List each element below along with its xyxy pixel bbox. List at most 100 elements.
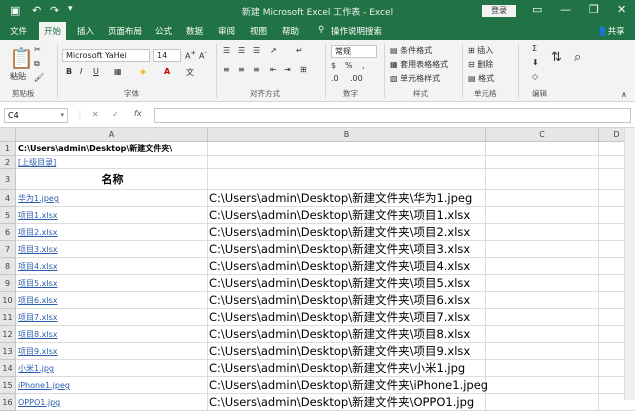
cell-b[interactable]: C:\Users\admin\Desktop\新建文件夹\小米1.jpg — [208, 360, 486, 376]
row-header[interactable]: 8 — [0, 258, 16, 275]
font-size-select[interactable]: 14 — [153, 49, 181, 62]
file-link[interactable]: 项目6.xlsx — [18, 296, 58, 305]
column-header-c[interactable]: C — [486, 128, 599, 142]
tab-formulas[interactable]: 公式 — [155, 25, 172, 37]
file-link[interactable]: 项目1.xlsx — [18, 211, 58, 220]
file-link[interactable]: 项目2.xlsx — [18, 228, 58, 237]
align-left-icon[interactable]: ≡ — [223, 65, 230, 74]
insert-function-icon[interactable]: fx — [134, 109, 142, 118]
phonetic-icon[interactable]: 文 — [186, 67, 194, 78]
cell-a[interactable]: 项目8.xlsx — [16, 326, 208, 342]
column-header-a[interactable]: A — [16, 128, 208, 142]
row-header[interactable]: 13 — [0, 343, 16, 360]
row-header[interactable]: 1 — [0, 142, 16, 156]
currency-icon[interactable]: $ — [331, 61, 336, 70]
paste-icon[interactable]: 📋 — [9, 46, 34, 70]
cell-c[interactable] — [486, 241, 599, 257]
row-header[interactable]: 9 — [0, 275, 16, 292]
restore-button[interactable]: ❐ — [589, 3, 599, 16]
tab-data[interactable]: 数据 — [186, 25, 203, 37]
cell-c[interactable] — [486, 275, 599, 291]
collapse-ribbon-icon[interactable]: ∧ — [621, 90, 627, 99]
cell-a[interactable]: 项目1.xlsx — [16, 207, 208, 223]
file-link[interactable]: iPhone1.jpeg — [18, 381, 70, 390]
cell-b[interactable] — [208, 156, 486, 168]
name-box[interactable]: C4 ▾ — [4, 108, 68, 123]
cell-c[interactable] — [486, 156, 599, 168]
font-color-icon[interactable]: A — [164, 67, 170, 76]
file-link[interactable]: OPPO1.jpg — [18, 398, 60, 407]
fill-color-icon[interactable]: ◈ — [140, 67, 146, 76]
login-button[interactable]: 登录 — [482, 5, 516, 17]
cell-c[interactable] — [486, 377, 599, 393]
spreadsheet-grid[interactable]: A B C D 1 C:\Users\admin\Desktop\新建文件夹\ 2[… — [0, 128, 635, 411]
cell-styles-button[interactable]: ▧ 单元格样式 — [390, 73, 440, 84]
insert-cells-button[interactable]: ⊞ 插入 — [468, 45, 493, 56]
file-link[interactable]: 项目7.xlsx — [18, 313, 58, 322]
cell-c[interactable] — [486, 207, 599, 223]
align-center-icon[interactable]: ≡ — [238, 65, 245, 74]
grow-font-icon[interactable]: A+ — [185, 49, 196, 61]
cell-c[interactable] — [486, 360, 599, 376]
file-link[interactable]: 小米1.jpg — [18, 364, 54, 373]
row-header[interactable]: 2 — [0, 156, 16, 169]
row-header[interactable]: 7 — [0, 241, 16, 258]
cell-b[interactable]: C:\Users\admin\Desktop\新建文件夹\项目5.xlsx — [208, 275, 486, 291]
file-link[interactable]: 项目4.xlsx — [18, 262, 58, 271]
tab-view[interactable]: 视图 — [250, 25, 267, 37]
cut-icon[interactable]: ✂ — [34, 45, 41, 54]
cell-c[interactable] — [486, 258, 599, 274]
cell-b[interactable]: C:\Users\admin\Desktop\新建文件夹\OPPO1.jpg — [208, 394, 486, 410]
tab-home[interactable]: 开始 — [39, 22, 67, 40]
file-link[interactable]: 华为1.jpeg — [18, 194, 59, 203]
conditional-format-button[interactable]: ▤ 条件格式 — [390, 45, 432, 56]
chevron-down-icon[interactable]: ▾ — [60, 109, 64, 122]
row-header[interactable]: 4 — [0, 190, 16, 207]
increase-decimal-icon[interactable]: .0 — [331, 74, 339, 83]
fill-icon[interactable]: ⬇ — [532, 58, 539, 67]
align-right-icon[interactable]: ≡ — [253, 65, 260, 74]
cell-c[interactable] — [486, 142, 599, 155]
cell-c[interactable] — [486, 169, 599, 189]
format-as-table-button[interactable]: ▦ 套用表格格式 — [390, 59, 448, 70]
name-box-splitter[interactable]: ⋮ — [76, 110, 84, 119]
copy-icon[interactable]: ⧉ — [34, 59, 40, 69]
align-middle-icon[interactable]: ☰ — [238, 46, 245, 55]
share-button[interactable]: 👤共享 — [597, 25, 625, 37]
cell-b[interactable]: C:\Users\admin\Desktop\新建文件夹\项目6.xlsx — [208, 292, 486, 308]
cell-a[interactable]: [上级目录] — [16, 156, 208, 168]
row-header[interactable]: 15 — [0, 377, 16, 394]
cell-a[interactable]: C:\Users\admin\Desktop\新建文件夹\ — [16, 142, 208, 155]
cell-b[interactable]: C:\Users\admin\Desktop\新建文件夹\华为1.jpeg — [208, 190, 486, 206]
row-header[interactable]: 10 — [0, 292, 16, 309]
cell-a[interactable]: iPhone1.jpeg — [16, 377, 208, 393]
tab-file[interactable]: 文件 — [10, 25, 27, 37]
row-header[interactable]: 5 — [0, 207, 16, 224]
sort-filter-icon[interactable]: ⇅ — [551, 50, 562, 65]
cell-c[interactable] — [486, 292, 599, 308]
file-link[interactable]: 项目5.xlsx — [18, 279, 58, 288]
paste-label[interactable]: 粘贴 — [10, 71, 26, 82]
cell-c[interactable] — [486, 343, 599, 359]
cell-c[interactable] — [486, 190, 599, 206]
decrease-indent-icon[interactable]: ⇤ — [270, 65, 277, 74]
cell-a[interactable]: 项目5.xlsx — [16, 275, 208, 291]
cell-a[interactable]: 华为1.jpeg — [16, 190, 208, 206]
bold-button[interactable]: B — [66, 67, 72, 76]
format-cells-button[interactable]: ▤ 格式 — [468, 73, 494, 84]
tab-review[interactable]: 审阅 — [218, 25, 235, 37]
cell-b[interactable]: C:\Users\admin\Desktop\新建文件夹\项目7.xlsx — [208, 309, 486, 325]
comma-icon[interactable]: , — [362, 61, 365, 70]
cell-a[interactable]: 项目6.xlsx — [16, 292, 208, 308]
cell-a[interactable]: 项目2.xlsx — [16, 224, 208, 240]
cell-a[interactable]: 项目9.xlsx — [16, 343, 208, 359]
row-header[interactable]: 6 — [0, 224, 16, 241]
wrap-text-icon[interactable]: ↵ — [296, 46, 303, 55]
align-top-icon[interactable]: ☰ — [223, 46, 230, 55]
cell-a[interactable]: OPPO1.jpg — [16, 394, 208, 410]
minimize-button[interactable]: — — [560, 3, 571, 16]
shrink-font-icon[interactable]: A- — [199, 49, 207, 61]
cell-c[interactable] — [486, 394, 599, 410]
row-header[interactable]: 3 — [0, 169, 16, 190]
format-painter-icon[interactable]: 🖌 — [34, 73, 44, 82]
